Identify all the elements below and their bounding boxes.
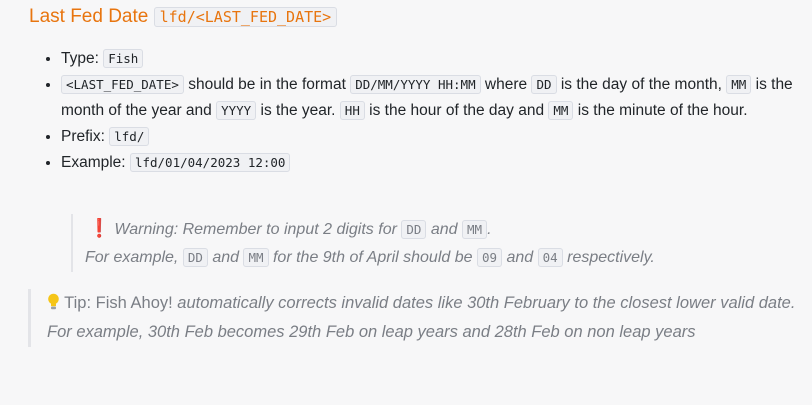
format-text: should be in the format	[183, 76, 351, 93]
warning-text: .	[487, 221, 492, 238]
warning-text: For example,	[85, 249, 183, 266]
tip-note: Tip: Fish Ahoy! automatically corrects i…	[28, 289, 812, 347]
month-04-code: 04	[537, 248, 563, 267]
details-list: Type: Fish <LAST_FED_DATE> should be in …	[40, 46, 812, 176]
warning-text: respectively.	[562, 249, 655, 266]
mm-code: MM	[462, 220, 488, 239]
heading-code: lfd/<LAST_FED_DATE>	[153, 7, 338, 27]
prefix-label: Prefix:	[61, 128, 105, 145]
warning-text: and	[502, 249, 538, 266]
section-heading: Last Fed Date lfd/<LAST_FED_DATE>	[29, 4, 338, 30]
list-item-type: Type: Fish	[61, 46, 812, 72]
warning-note: ❗ Warning: Remember to input 2 digits for…	[71, 214, 812, 272]
exclamation-icon: ❗	[88, 218, 111, 238]
tip-label: Tip:	[64, 294, 92, 312]
type-label: Type:	[61, 50, 99, 67]
list-item-prefix: Prefix: lfd/	[61, 124, 812, 150]
format-text: is the year.	[256, 102, 340, 119]
format-text: is the day of the month,	[556, 76, 727, 93]
mm-code: MM	[243, 248, 269, 267]
type-value: Fish	[103, 49, 144, 68]
prefix-value: lfd/	[109, 127, 150, 146]
hh-code: HH	[339, 101, 365, 120]
list-item-format: <LAST_FED_DATE> should be in the format …	[61, 72, 812, 124]
day-09-code: 09	[476, 248, 503, 267]
warning-text: for the 9th of April should be	[268, 249, 477, 266]
list-item-example: Example: lfd/01/04/2023 12:00	[61, 150, 812, 176]
example-value: lfd/01/04/2023 12:00	[129, 153, 291, 172]
param-code: <LAST_FED_DATE>	[61, 75, 184, 94]
warning-text: and	[207, 249, 244, 266]
lightbulb-icon	[47, 293, 64, 312]
yyyy-code: YYYY	[216, 101, 257, 120]
app-name: Fish Ahoy!	[91, 294, 173, 312]
warning-text: and	[426, 221, 463, 238]
mm-code: MM	[726, 75, 752, 94]
format-text: is the hour of the day and	[364, 102, 549, 119]
warning-text: Warning: Remember to input 2 digits for	[114, 221, 402, 238]
heading-text: Last Fed Date	[29, 6, 149, 27]
format-text: is the minute of the hour.	[573, 102, 748, 119]
minute-code: MM	[548, 101, 574, 120]
example-label: Example:	[61, 154, 126, 171]
dd-code: DD	[401, 220, 427, 239]
dd-code: DD	[531, 75, 557, 94]
page: Last Fed Date lfd/<LAST_FED_DATE> Type: …	[0, 0, 812, 405]
format-code: DD/MM/YYYY HH:MM	[350, 75, 481, 94]
format-text: where	[480, 76, 532, 93]
dd-code: DD	[182, 248, 208, 267]
